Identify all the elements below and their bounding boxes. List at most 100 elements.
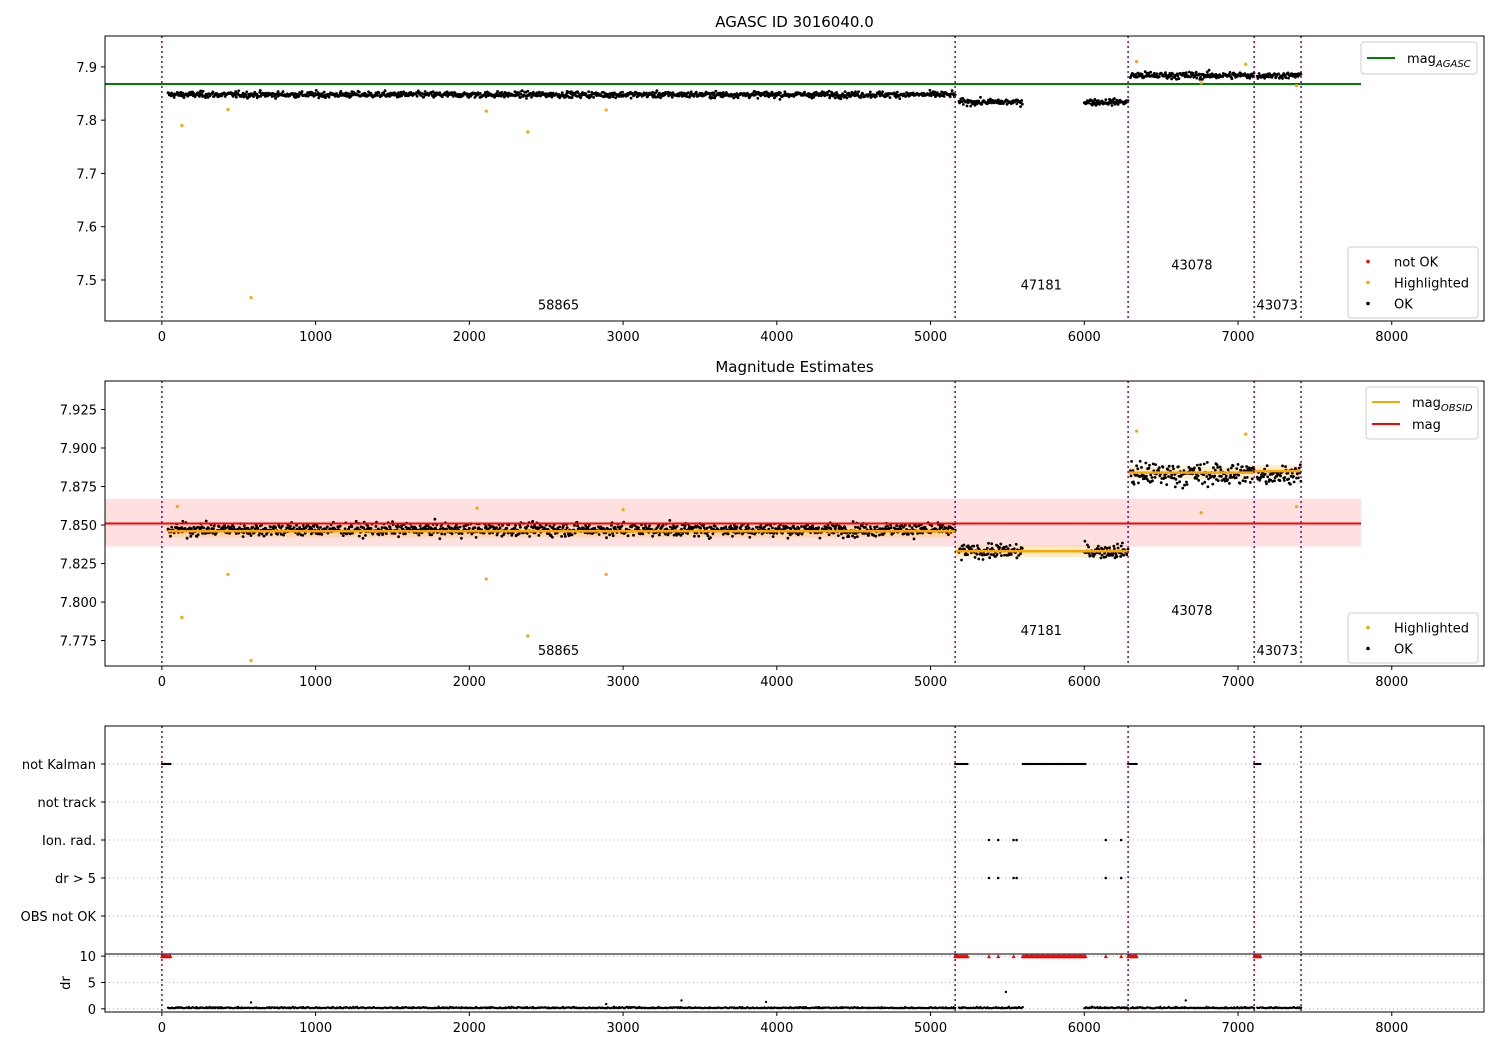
x-tick-label: 3000 [607, 675, 640, 690]
ok-point [1202, 462, 1206, 466]
ok-point [950, 89, 954, 92]
ok-points-series [1129, 68, 1256, 81]
category-label: Ion. rad. [42, 834, 96, 849]
ok-point [1167, 475, 1170, 478]
ok-point [1171, 464, 1175, 468]
flag-point [987, 838, 991, 842]
legend-dot-swatch [1366, 646, 1370, 651]
ok-point [1177, 465, 1180, 468]
ok-point [985, 546, 989, 550]
legend-label: OK [1394, 298, 1413, 313]
legend-dot-swatch [1366, 625, 1370, 630]
ok-point [1164, 476, 1167, 479]
ok-point [270, 95, 274, 98]
y-tick-label: 7.6 [76, 221, 97, 236]
ok-point [513, 526, 517, 530]
highlighted-point [604, 572, 608, 576]
obsid-label: 43078 [1171, 258, 1212, 273]
ok-point [979, 95, 982, 99]
highlighted-point [475, 506, 479, 510]
flag-point [1104, 838, 1108, 842]
ok-point [621, 90, 624, 94]
ok-point [973, 556, 977, 559]
ok-point [371, 532, 375, 536]
ok-point [930, 524, 934, 528]
ok-point [1185, 480, 1188, 484]
y-tick-label: 7.850 [60, 519, 97, 534]
ok-point [185, 536, 189, 540]
ok-point [895, 524, 899, 528]
ok-point [683, 526, 686, 530]
ok-point [1236, 463, 1240, 466]
x-tick-label: 8000 [1375, 330, 1408, 345]
ok-point [851, 534, 854, 538]
ok-point [268, 525, 272, 528]
ok-point [458, 525, 462, 529]
highlighted-point [526, 634, 530, 638]
legend-box [1347, 612, 1479, 664]
legend-label: Highlighted [1394, 622, 1469, 637]
ok-point [713, 524, 717, 528]
ok-point [829, 527, 833, 531]
ok-point [881, 527, 884, 531]
agasc-magnitude-panel: AGASC ID 3016040.0588654718143078430730 1… [76, 13, 1485, 345]
ok-point [438, 537, 442, 541]
ok-point [1194, 70, 1198, 74]
ok-point [496, 90, 499, 93]
ok-point [377, 533, 381, 537]
ok-point [563, 532, 567, 536]
ok-point [576, 524, 579, 528]
ok-point [498, 526, 502, 530]
ok-point [479, 92, 482, 95]
ok-point [526, 89, 530, 93]
x-tick-label: 2000 [453, 675, 486, 690]
ok-point [538, 90, 541, 94]
ok-point [1121, 541, 1124, 545]
ok-point [786, 536, 790, 540]
ok-point [637, 526, 640, 530]
ok-point [867, 534, 870, 537]
ok-point [977, 557, 981, 561]
ok-point [942, 95, 946, 98]
ok-point [1144, 461, 1148, 465]
ok-point [1284, 465, 1287, 468]
flag-point [1135, 762, 1138, 766]
ok-point [519, 525, 522, 529]
ok-point [1175, 481, 1179, 485]
ok-point [519, 92, 523, 96]
ok-point [1157, 466, 1161, 470]
x-tick-label: 4000 [760, 675, 793, 690]
ok-point [620, 524, 624, 528]
ok-points-series [166, 88, 957, 101]
ok-point [1165, 483, 1169, 486]
ok-point [1281, 464, 1284, 468]
ok-point [847, 535, 851, 538]
ok-point [393, 532, 397, 535]
ok-points-series [957, 95, 1024, 108]
ok-point [397, 535, 400, 539]
ok-point [850, 90, 854, 94]
ok-point [1215, 463, 1219, 467]
highlighted-point [226, 107, 230, 112]
ok-point [1136, 467, 1140, 471]
ok-point [1283, 476, 1287, 479]
ok-point [1197, 479, 1201, 482]
ok-point [1183, 483, 1186, 487]
ok-point [966, 553, 969, 556]
ok-point [1014, 542, 1018, 546]
ok-point [845, 96, 849, 100]
ok-point [1115, 555, 1119, 559]
ok-point [339, 90, 343, 93]
highlighted-point [1134, 59, 1139, 64]
ok-point [664, 532, 667, 536]
ok-point [1287, 76, 1290, 80]
ok-point [888, 96, 892, 99]
ok-point [756, 96, 760, 100]
highlighted-point [621, 508, 625, 512]
ok-point [338, 524, 342, 528]
ok-point [400, 524, 404, 528]
ok-point [1154, 463, 1157, 466]
ok-point [626, 534, 630, 538]
ok-point [910, 526, 914, 529]
ok-point [1099, 556, 1103, 560]
